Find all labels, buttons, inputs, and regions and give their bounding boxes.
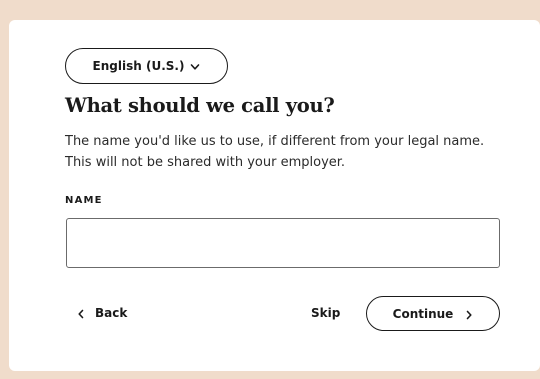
page-title: What should we call you?: [65, 94, 335, 117]
language-selector[interactable]: English (U.S.): [65, 48, 228, 84]
continue-label: Continue: [392, 306, 454, 321]
back-label: Back: [95, 306, 128, 320]
chevron-down-icon: [190, 61, 200, 71]
language-label: English (U.S.): [92, 59, 185, 73]
skip-label: Skip: [311, 306, 341, 320]
chevron-left-icon: [77, 308, 85, 319]
continue-button[interactable]: Continue: [366, 296, 500, 331]
back-button[interactable]: Back: [69, 300, 135, 326]
name-input[interactable]: [66, 218, 500, 268]
page-description: The name you'd like us to use, if differ…: [65, 134, 485, 170]
form-card: English (U.S.) What should we call you? …: [9, 20, 540, 371]
chevron-right-icon: [465, 309, 473, 319]
skip-button[interactable]: Skip: [305, 300, 346, 326]
name-field-label: NAME: [65, 195, 103, 206]
